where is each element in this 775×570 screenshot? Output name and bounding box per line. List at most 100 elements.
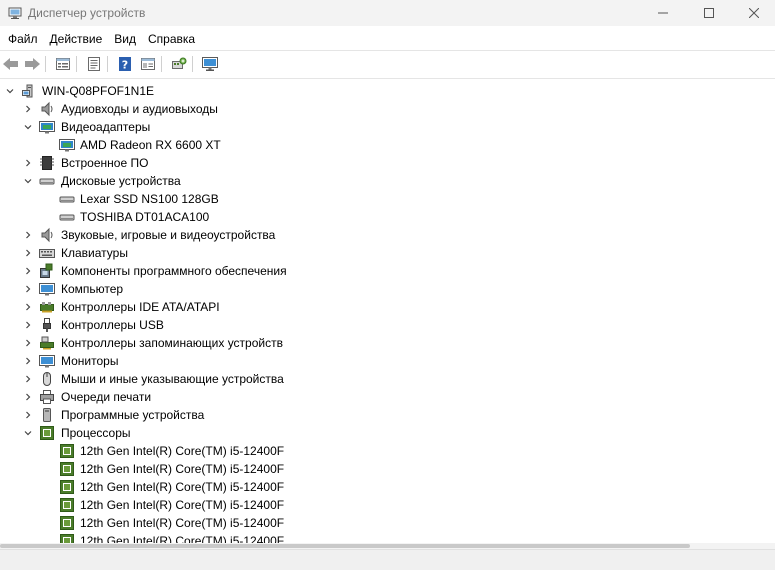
chevron-down-icon[interactable] <box>22 427 34 439</box>
menu-bar: Файл Действие Вид Справка <box>0 28 775 50</box>
status-bar <box>0 549 775 570</box>
tree-category-label: Мониторы <box>61 354 119 368</box>
processor-icon <box>60 498 74 512</box>
tree-category[interactable]: Контроллеры запоминающих устройств <box>0 334 775 352</box>
tree-device[interactable]: 12th Gen Intel(R) Core(TM) i5-12400F <box>0 532 775 543</box>
tree-device-label: 12th Gen Intel(R) Core(TM) i5-12400F <box>80 462 285 476</box>
chevron-down-icon[interactable] <box>22 121 34 133</box>
chevron-right-icon[interactable] <box>22 409 34 421</box>
tree-category[interactable]: Аудиовходы и аудиовыходы <box>0 100 775 118</box>
tree-device[interactable]: TOSHIBA DT01ACA100 <box>0 208 775 226</box>
tree-category-label: Контроллеры запоминающих устройств <box>61 336 283 350</box>
tree-root-label: WIN-Q08PFOF1N1E <box>42 84 155 98</box>
disk-drive-icon <box>59 196 75 203</box>
device-manager-window: Диспетчер устройств Файл Действие Вид Сп… <box>0 0 775 570</box>
tree-device[interactable]: 12th Gen Intel(R) Core(TM) i5-12400F <box>0 496 775 514</box>
chevron-down-icon[interactable] <box>22 175 34 187</box>
menu-view[interactable]: Вид <box>108 28 142 50</box>
tree-category[interactable]: Дисковые устройства <box>0 172 775 190</box>
disk-drive-icon <box>39 178 55 185</box>
tree-device[interactable]: Lexar SSD NS100 128GB <box>0 190 775 208</box>
chevron-right-icon[interactable] <box>22 301 34 313</box>
tree-category[interactable]: Мыши и иные указывающие устройства <box>0 370 775 388</box>
window-title: Диспетчер устройств <box>28 6 146 20</box>
tree-device-label: Lexar SSD NS100 128GB <box>80 192 219 206</box>
svg-text:?: ? <box>122 59 128 72</box>
tree-category[interactable]: Звуковые, игровые и видеоустройства <box>0 226 775 244</box>
tree-device-label: 12th Gen Intel(R) Core(TM) i5-12400F <box>80 444 285 458</box>
tree-category[interactable]: Очереди печати <box>0 388 775 406</box>
properties-button[interactable] <box>53 54 73 74</box>
tree-category[interactable]: Встроенное ПО <box>0 154 775 172</box>
list-button[interactable] <box>84 54 104 74</box>
forward-button[interactable] <box>22 54 42 74</box>
chevron-right-icon[interactable] <box>22 355 34 367</box>
tree-category-label: Видеоадаптеры <box>61 120 151 134</box>
view-button[interactable] <box>138 54 158 74</box>
chevron-right-icon[interactable] <box>22 103 34 115</box>
toolbar-separator <box>107 56 108 72</box>
maximize-button[interactable] <box>686 0 732 26</box>
toolbar: ? <box>0 51 775 77</box>
tree-device[interactable]: 12th Gen Intel(R) Core(TM) i5-12400F <box>0 478 775 496</box>
tree-device-label: 12th Gen Intel(R) Core(TM) i5-12400F <box>80 516 285 530</box>
tree-category-label: Программные устройства <box>61 408 205 422</box>
display-adapter-icon <box>59 139 75 152</box>
tree-device-label: AMD Radeon RX 6600 XT <box>80 138 221 152</box>
tree-category-label: Очереди печати <box>61 390 152 404</box>
chevron-right-icon[interactable] <box>22 229 34 241</box>
chevron-right-icon[interactable] <box>22 157 34 169</box>
processor-icon <box>60 462 74 476</box>
menu-help[interactable]: Справка <box>142 28 201 50</box>
scan-hardware-button[interactable] <box>169 54 189 74</box>
properties-icon <box>56 58 70 70</box>
device-tree[interactable]: WIN-Q08PFOF1N1E Аудиовходы и аудиовыходы… <box>0 80 775 543</box>
maximize-icon <box>704 8 714 18</box>
title-bar: Диспетчер устройств <box>0 0 775 26</box>
storage-controller-icon <box>40 336 54 350</box>
tree-category[interactable]: Компьютер <box>0 280 775 298</box>
computer-icon <box>39 283 55 296</box>
chevron-right-icon[interactable] <box>22 247 34 259</box>
tree-root[interactable]: WIN-Q08PFOF1N1E <box>0 82 775 100</box>
processor-icon <box>40 426 54 440</box>
tree-category-label: Процессоры <box>61 426 131 440</box>
tree-device-label: 12th Gen Intel(R) Core(TM) i5-12400F <box>80 534 285 543</box>
chevron-down-icon[interactable] <box>4 85 16 97</box>
software-device-icon <box>43 408 51 422</box>
tree-category[interactable]: Контроллеры IDE ATA/ATAPI <box>0 298 775 316</box>
tree-category[interactable]: Клавиатуры <box>0 244 775 262</box>
tree-category[interactable]: Компоненты программного обеспечения <box>0 262 775 280</box>
mouse-icon <box>43 372 51 386</box>
back-button[interactable] <box>1 54 21 74</box>
toolbar-separator <box>76 56 77 72</box>
help-button[interactable]: ? <box>115 54 135 74</box>
monitor-button[interactable] <box>200 54 220 74</box>
tree-device-label: TOSHIBA DT01ACA100 <box>80 210 210 224</box>
monitor-icon <box>39 355 55 368</box>
chevron-right-icon[interactable] <box>22 373 34 385</box>
tree-device[interactable]: AMD Radeon RX 6600 XT <box>0 136 775 154</box>
chevron-right-icon[interactable] <box>22 337 34 349</box>
tree-device[interactable]: 12th Gen Intel(R) Core(TM) i5-12400F <box>0 514 775 532</box>
tree-device[interactable]: 12th Gen Intel(R) Core(TM) i5-12400F <box>0 460 775 478</box>
tree-category[interactable]: Контроллеры USB <box>0 316 775 334</box>
tree-category[interactable]: Программные устройства <box>0 406 775 424</box>
toolbar-separator <box>45 56 46 72</box>
tree-category[interactable]: Видеоадаптеры <box>0 118 775 136</box>
chevron-right-icon[interactable] <box>22 391 34 403</box>
scrollbar-thumb[interactable] <box>0 544 690 548</box>
chevron-right-icon[interactable] <box>22 319 34 331</box>
menu-file[interactable]: Файл <box>2 28 44 50</box>
tree-category-label: Клавиатуры <box>61 246 128 260</box>
tree-device[interactable]: 12th Gen Intel(R) Core(TM) i5-12400F <box>0 442 775 460</box>
chevron-right-icon[interactable] <box>22 283 34 295</box>
chevron-right-icon[interactable] <box>22 265 34 277</box>
tree-category-label: Встроенное ПО <box>61 156 149 170</box>
tree-category[interactable]: Мониторы <box>0 352 775 370</box>
toolbar-divider <box>0 78 775 79</box>
menu-action[interactable]: Действие <box>44 28 109 50</box>
tree-category[interactable]: Процессоры <box>0 424 775 442</box>
close-button[interactable] <box>731 0 775 26</box>
minimize-button[interactable] <box>640 0 686 26</box>
